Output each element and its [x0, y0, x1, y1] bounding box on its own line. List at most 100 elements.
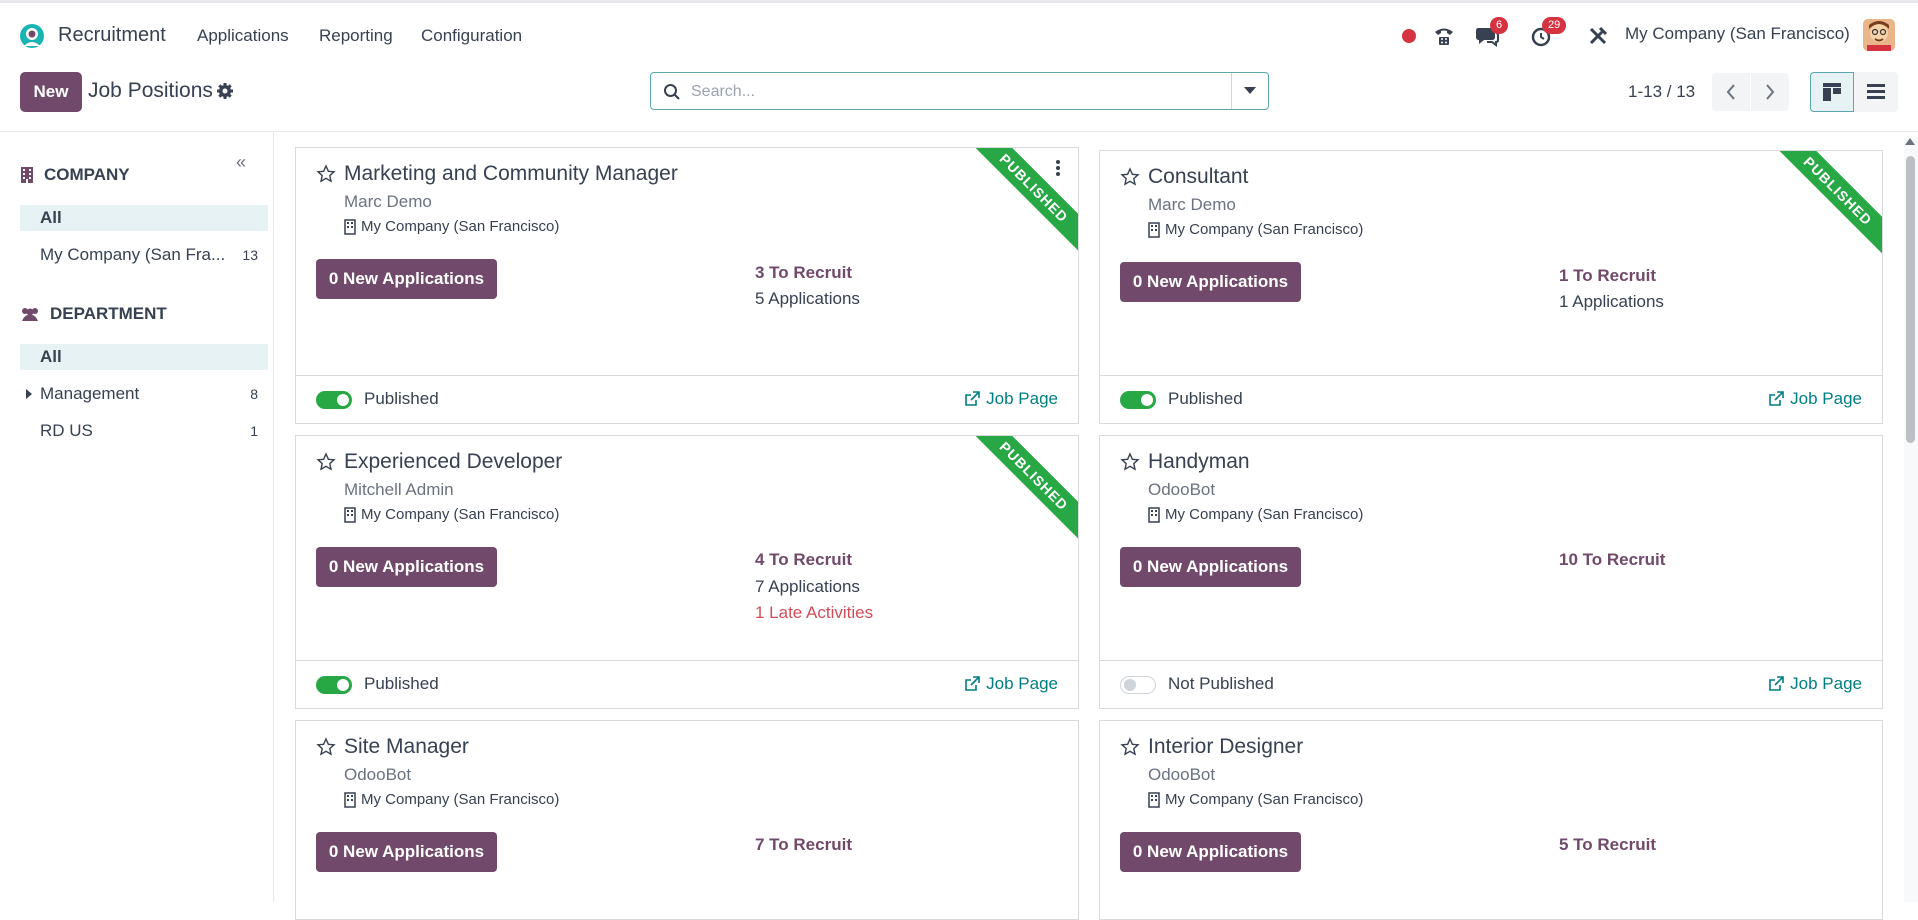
kanban-view-button[interactable]: [1810, 72, 1854, 112]
new-applications-button[interactable]: 0 New Applications: [316, 832, 497, 872]
late-activities-link[interactable]: 1 Late Activities: [755, 603, 873, 623]
company-filter-my-company[interactable]: My Company (San Fra... 13: [20, 242, 268, 268]
search-bar: [650, 72, 1269, 111]
users-icon: [22, 308, 38, 321]
job-page-label: Job Page: [986, 674, 1058, 693]
new-button[interactable]: New: [20, 72, 82, 112]
search-options-toggle[interactable]: [1231, 73, 1268, 109]
pager-previous-button[interactable]: [1712, 73, 1750, 111]
job-card[interactable]: PUBLISHED Consultant Marc Demo My Compan…: [1099, 150, 1883, 424]
to-recruit-link[interactable]: 7 To Recruit: [755, 835, 852, 855]
applications-link[interactable]: 7 Applications: [755, 577, 860, 597]
publish-status-label: Published: [364, 389, 439, 408]
filter-count: 13: [242, 247, 258, 263]
tools-icon[interactable]: [1586, 21, 1610, 51]
to-recruit-link[interactable]: 4 To Recruit: [755, 550, 852, 570]
external-link-icon: [965, 676, 980, 691]
job-title[interactable]: Consultant: [1148, 165, 1248, 189]
publish-toggle[interactable]: [1120, 391, 1156, 409]
chat-icon[interactable]: 6: [1474, 17, 1509, 51]
pager-next-button[interactable]: [1751, 73, 1789, 111]
scrollbar-thumb[interactable]: [1906, 156, 1915, 443]
building-icon: [21, 167, 33, 183]
job-title[interactable]: Interior Designer: [1148, 735, 1303, 759]
job-title[interactable]: Site Manager: [344, 735, 469, 759]
new-applications-button[interactable]: 0 New Applications: [1120, 832, 1301, 872]
job-card[interactable]: PUBLISHED Marketing and Community Manage…: [295, 147, 1079, 424]
star-icon[interactable]: [1120, 167, 1140, 187]
job-title[interactable]: Marketing and Community Manager: [344, 162, 678, 186]
control-panel-divider: [0, 131, 1918, 132]
new-applications-button[interactable]: 0 New Applications: [1120, 262, 1301, 302]
department-filter-all[interactable]: All: [20, 344, 268, 370]
pager-value[interactable]: 1-13 / 13: [1628, 82, 1695, 102]
building-icon: [1148, 221, 1160, 238]
app-name[interactable]: Recruitment: [58, 24, 166, 47]
star-icon[interactable]: [1120, 737, 1140, 757]
job-company-label: My Company (San Francisco): [1165, 221, 1364, 238]
page-title: Job Positions: [88, 79, 213, 102]
user-avatar[interactable]: [1863, 19, 1895, 51]
new-applications-button[interactable]: 0 New Applications: [316, 259, 497, 299]
scroll-up-arrow[interactable]: [1905, 138, 1915, 145]
new-applications-button[interactable]: 0 New Applications: [1120, 547, 1301, 587]
star-icon[interactable]: [316, 737, 336, 757]
external-link-icon: [965, 391, 980, 406]
filter-label: All: [40, 347, 62, 366]
search-input[interactable]: [689, 73, 1233, 111]
card-menu-icon[interactable]: [1050, 158, 1066, 178]
to-recruit-link[interactable]: 1 To Recruit: [1559, 266, 1656, 286]
filter-label: Management: [40, 384, 140, 403]
menu-configuration[interactable]: Configuration: [421, 26, 522, 46]
list-view-button[interactable]: [1854, 72, 1898, 112]
card-footer: Published Job Page: [296, 375, 1078, 423]
department-filter-management[interactable]: Management 8: [20, 381, 268, 407]
company-switcher[interactable]: My Company (San Francisco): [1625, 24, 1850, 44]
collapse-sidebar-icon[interactable]: «: [236, 152, 246, 173]
record-icon[interactable]: [1400, 21, 1418, 51]
applications-link[interactable]: 1 Applications: [1559, 292, 1664, 312]
published-ribbon: PUBLISHED: [968, 436, 1078, 546]
gear-icon[interactable]: [216, 82, 234, 100]
job-card[interactable]: Interior Designer OdooBot My Company (Sa…: [1099, 720, 1883, 920]
job-page-link[interactable]: Job Page: [1768, 674, 1862, 694]
job-page-link[interactable]: Job Page: [964, 674, 1058, 694]
job-card[interactable]: PUBLISHED Experienced Developer Mitchell…: [295, 435, 1079, 709]
activity-clock-icon[interactable]: 29: [1528, 17, 1567, 51]
publish-toggle[interactable]: [316, 391, 352, 409]
chevron-left-icon: [1726, 84, 1735, 100]
company-filter-all[interactable]: All: [20, 205, 268, 231]
job-card[interactable]: Site Manager OdooBot My Company (San Fra…: [295, 720, 1079, 920]
publish-toggle[interactable]: [1120, 676, 1156, 694]
job-company: My Company (San Francisco): [344, 791, 559, 808]
to-recruit-link[interactable]: 10 To Recruit: [1559, 550, 1665, 570]
filter-count: 8: [250, 386, 258, 402]
job-title[interactable]: Experienced Developer: [344, 450, 562, 474]
external-link-icon: [1769, 676, 1784, 691]
list-icon: [1867, 84, 1885, 99]
star-icon[interactable]: [316, 164, 336, 184]
building-icon: [1148, 791, 1160, 808]
job-company: My Company (San Francisco): [344, 506, 559, 523]
to-recruit-link[interactable]: 3 To Recruit: [755, 263, 852, 283]
to-recruit-link[interactable]: 5 To Recruit: [1559, 835, 1656, 855]
star-icon[interactable]: [1120, 452, 1140, 472]
phone-icon[interactable]: [1432, 21, 1456, 51]
job-page-link[interactable]: Job Page: [964, 389, 1058, 409]
star-icon[interactable]: [316, 452, 336, 472]
publish-status-label: Not Published: [1168, 674, 1274, 693]
menu-applications[interactable]: Applications: [197, 26, 289, 46]
search-icon: [664, 84, 680, 100]
job-card[interactable]: Handyman OdooBot My Company (San Francis…: [1099, 435, 1883, 709]
recruitment-app-icon[interactable]: [18, 22, 46, 50]
job-page-label: Job Page: [1790, 674, 1862, 693]
publish-toggle[interactable]: [316, 676, 352, 694]
job-page-link[interactable]: Job Page: [1768, 389, 1862, 409]
applications-link[interactable]: 5 Applications: [755, 289, 860, 309]
new-applications-button[interactable]: 0 New Applications: [316, 547, 497, 587]
department-filter-rd-us[interactable]: RD US 1: [20, 418, 268, 444]
building-icon: [344, 506, 356, 523]
job-title[interactable]: Handyman: [1148, 450, 1250, 474]
caret-right-icon[interactable]: [26, 389, 32, 399]
menu-reporting[interactable]: Reporting: [319, 26, 393, 46]
